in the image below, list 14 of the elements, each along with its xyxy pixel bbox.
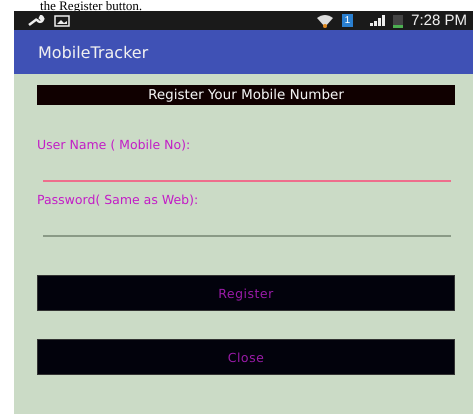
wrench-icon	[28, 14, 46, 26]
register-button[interactable]: Register	[37, 275, 455, 311]
field-label: Password( Same as Web):	[37, 192, 200, 207]
field-label: User Name ( Mobile No):	[37, 137, 192, 152]
signal-icon	[369, 14, 386, 26]
app-title: MobileTracker	[38, 42, 148, 62]
form-heading: Register Your Mobile Number	[37, 85, 455, 105]
battery-icon	[393, 14, 404, 28]
clock-time: 7:28 PM	[411, 12, 467, 29]
close-button[interactable]: Close	[37, 339, 455, 375]
wifi-icon	[316, 14, 334, 28]
caption-text: the Register button.	[39, 0, 144, 11]
image-icon	[54, 14, 70, 26]
sim-badge: 1	[342, 14, 354, 27]
